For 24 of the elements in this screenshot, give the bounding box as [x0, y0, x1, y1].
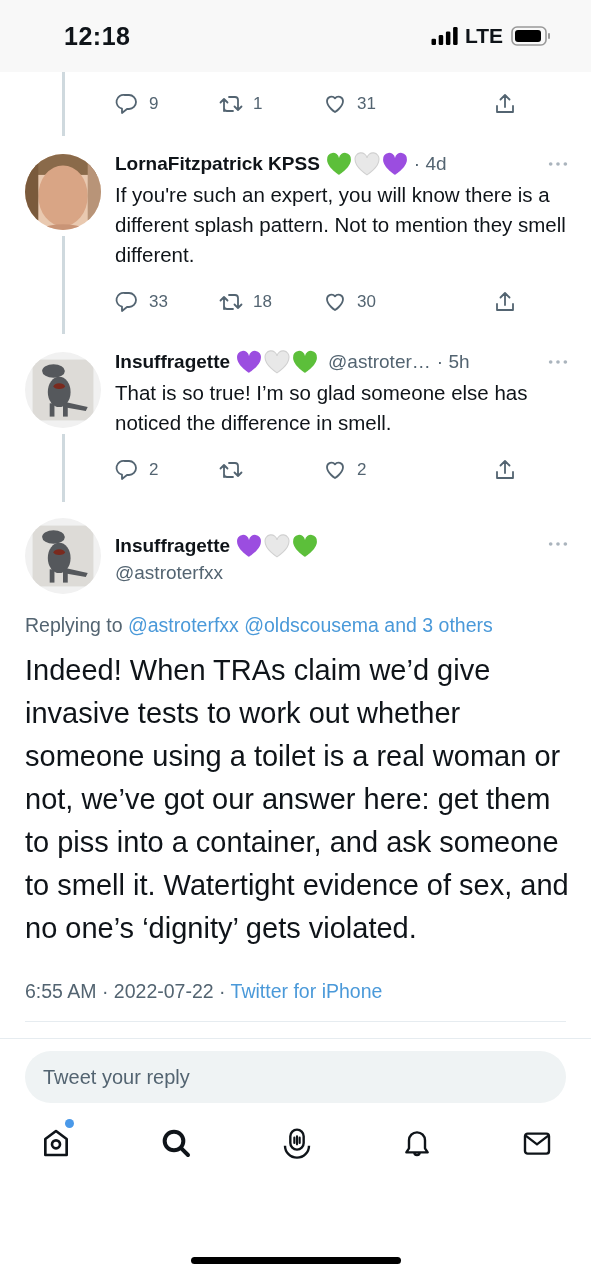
retweet-count: 1: [253, 94, 263, 114]
mention-link[interactable]: @oldscousema: [244, 614, 379, 636]
timestamp: · 5h: [436, 351, 470, 373]
retweet-count: 18: [253, 292, 272, 312]
like-count: 30: [357, 292, 376, 312]
clock: 12:18: [64, 21, 131, 51]
reply-count: 33: [149, 292, 168, 312]
display-name[interactable]: Insuffragette: [115, 351, 231, 373]
user-handle[interactable]: @astroter…: [328, 351, 431, 373]
like-count: 2: [357, 460, 367, 480]
timestamp: · 4d: [413, 153, 447, 175]
tweet-text: Indeed! When TRAs claim we’d give invasive tests to work out whether someone using a toilet is a real woman or not, we’ve got our answer here: get them to piss into a container, and ask someone to smell it. Watertight evidence of sex, and no one’s ‘dignity’ gets violated.: [25, 653, 569, 946]
display-name[interactable]: Insuffragette: [115, 535, 231, 557]
reply-count: 9: [149, 94, 159, 114]
like-count: 31: [357, 94, 376, 114]
display-name[interactable]: LornaFitzpatrick KPSS: [115, 153, 320, 175]
tweet-text: That is so true! I’m so glad someone else has noticed the difference in smell.: [115, 380, 529, 436]
replying-to-text: Replying to @astroterfxx @oldscousema and 3 others: [25, 614, 494, 637]
user-handle[interactable]: @astroterfxx: [115, 562, 319, 584]
tweet-text: If you're such an expert, you will know there is a different splash pattern. Not to mention they smell different.: [115, 182, 567, 268]
reply-count: 2: [149, 460, 159, 480]
tweet-timestamp: 6:55 AM · 2022-07-22 · Twitter for iPhone: [25, 980, 384, 1003]
network-label: LTE: [464, 24, 503, 48]
reply-field[interactable]: Tweet your reply: [25, 1051, 566, 1103]
